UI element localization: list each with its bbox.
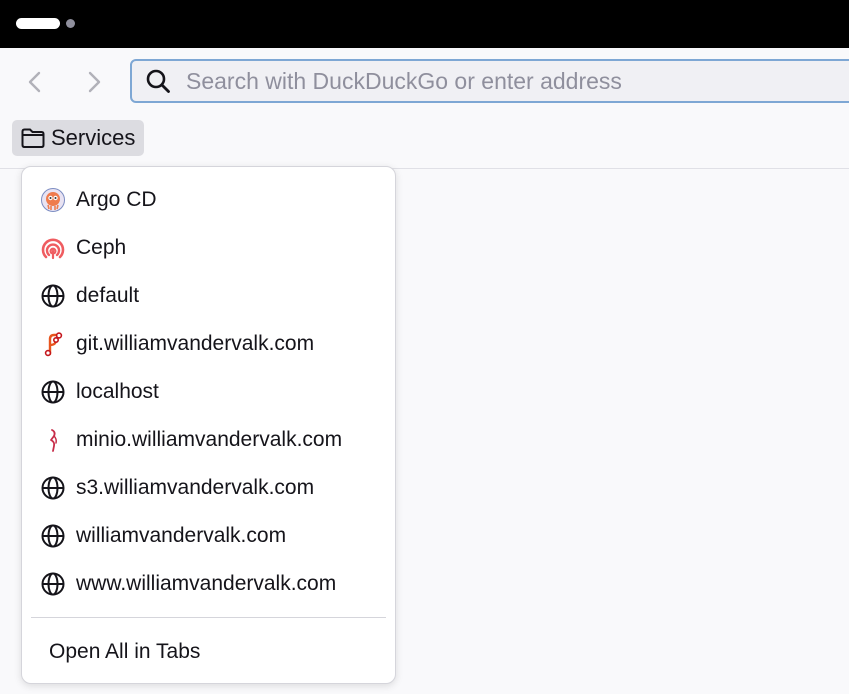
menu-item-label: williamvandervalk.com xyxy=(76,524,287,547)
url-bar[interactable] xyxy=(130,59,849,103)
globe-icon xyxy=(40,283,66,309)
forward-button[interactable] xyxy=(74,62,114,102)
navigation-toolbar xyxy=(0,48,849,116)
globe-icon xyxy=(40,523,66,549)
globe-icon xyxy=(40,571,66,597)
tab-dot-indicator[interactable] xyxy=(66,19,75,28)
menu-item-label: Argo CD xyxy=(76,188,157,211)
menu-item-label: minio.williamvandervalk.com xyxy=(76,428,343,451)
chevron-right-icon xyxy=(88,71,101,93)
menu-item-label: git.williamvandervalk.com xyxy=(76,332,315,355)
menu-item-ceph[interactable]: Ceph xyxy=(22,224,395,272)
argo-cd-icon xyxy=(40,187,66,213)
menu-item-minio[interactable]: minio.williamvandervalk.com xyxy=(22,416,395,464)
menu-item-label: localhost xyxy=(76,380,159,403)
ceph-icon xyxy=(40,235,66,261)
search-icon xyxy=(144,67,172,95)
bookmark-folder-services[interactable]: Services xyxy=(12,120,145,156)
menu-item-git[interactable]: git.williamvandervalk.com xyxy=(22,320,395,368)
minio-icon xyxy=(40,427,66,453)
menu-item-label: s3.williamvandervalk.com xyxy=(76,476,315,499)
bookmark-folder-menu: Argo CD Ceph default git.williamvanderva… xyxy=(21,166,396,684)
open-all-in-tabs-item[interactable]: Open All in Tabs xyxy=(22,628,395,676)
gitea-icon xyxy=(40,331,66,357)
globe-icon xyxy=(40,379,66,405)
menu-item-www[interactable]: www.williamvandervalk.com xyxy=(22,560,395,608)
menu-item-label: Ceph xyxy=(76,236,127,259)
chevron-left-icon xyxy=(28,71,41,93)
folder-icon xyxy=(20,125,46,151)
title-bar xyxy=(0,0,849,48)
menu-item-s3[interactable]: s3.williamvandervalk.com xyxy=(22,464,395,512)
active-tab-indicator[interactable] xyxy=(16,18,60,29)
menu-item-default[interactable]: default xyxy=(22,272,395,320)
menu-separator xyxy=(31,617,386,618)
bookmarks-toolbar: Services xyxy=(0,116,849,169)
folder-label: Services xyxy=(51,125,136,150)
url-input[interactable] xyxy=(186,67,846,95)
globe-icon xyxy=(40,475,66,501)
menu-item-williamvandervalk[interactable]: williamvandervalk.com xyxy=(22,512,395,560)
menu-item-argo-cd[interactable]: Argo CD xyxy=(22,176,395,224)
open-all-label: Open All in Tabs xyxy=(49,640,201,663)
menu-item-label: www.williamvandervalk.com xyxy=(76,572,337,595)
menu-item-localhost[interactable]: localhost xyxy=(22,368,395,416)
menu-item-label: default xyxy=(76,284,140,307)
back-button[interactable] xyxy=(15,62,55,102)
